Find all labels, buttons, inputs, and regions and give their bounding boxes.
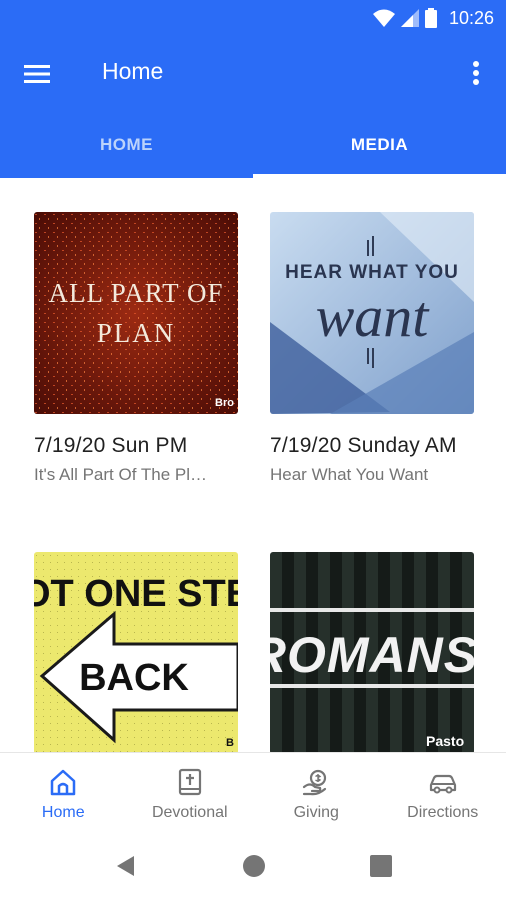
recents-button[interactable] xyxy=(369,854,393,878)
tab-home-label: HOME xyxy=(100,135,153,154)
media-thumbnail: HEAR WHAT YOU want xyxy=(270,212,474,414)
artwork-corner-text: B xyxy=(226,737,234,749)
nav-label-devotional: Devotional xyxy=(151,804,228,821)
tab-bar: HOME MEDIA xyxy=(0,112,506,178)
nav-item-devotional[interactable]: Devotional xyxy=(127,753,254,833)
menu-button[interactable] xyxy=(22,60,52,88)
bible-icon xyxy=(178,768,201,796)
nav-item-home[interactable]: Home xyxy=(0,753,127,833)
signal-icon xyxy=(400,9,419,27)
back-button[interactable] xyxy=(114,854,138,878)
nav-label-directions: Directions xyxy=(407,804,479,821)
status-time: 10:26 xyxy=(448,7,494,28)
home-system-button[interactable] xyxy=(242,854,266,878)
page-title: Home xyxy=(102,58,164,84)
media-card[interactable]: HEAR WHAT YOU want 7/19/20 Sunday AM Hea… xyxy=(270,212,474,486)
home-icon xyxy=(51,769,76,796)
media-card[interactable]: OT ONE STE BACK B xyxy=(34,552,238,752)
artwork-text: HEAR WHAT YOU xyxy=(285,262,459,283)
hamburger-menu-icon xyxy=(24,65,50,83)
artwork-text: ALL PART OF xyxy=(49,278,224,308)
overflow-menu-button[interactable] xyxy=(464,56,488,92)
media-card[interactable]: ROMANS Pasto xyxy=(270,552,474,752)
media-thumbnail: OT ONE STE BACK B xyxy=(34,552,238,752)
media-subtitle: Hear What You Want xyxy=(270,465,429,484)
artwork-corner-text: Pasto xyxy=(426,733,464,749)
artwork-text: BACK xyxy=(79,657,189,699)
media-thumbnail: ALL PART OF PLAN Bro xyxy=(34,212,238,414)
artwork-text: want xyxy=(316,284,431,349)
home-circle-icon xyxy=(243,855,265,877)
car-icon xyxy=(429,774,456,794)
recents-square-icon xyxy=(370,855,392,877)
artwork-text: PLAN xyxy=(97,318,176,348)
nav-item-directions[interactable]: Directions xyxy=(380,753,506,833)
nav-label-home: Home xyxy=(41,804,85,821)
tab-media-label: MEDIA xyxy=(350,135,409,154)
nav-item-giving[interactable]: Giving xyxy=(253,753,380,833)
artwork-text: OT ONE STE xyxy=(34,573,238,615)
status-bar: 10:26 xyxy=(0,0,506,36)
tab-media[interactable]: MEDIA xyxy=(253,112,506,178)
battery-icon xyxy=(424,8,437,28)
media-card[interactable]: ALL PART OF PLAN Bro 7/19/20 Sun PM It's… xyxy=(34,212,238,486)
media-grid: ALL PART OF PLAN Bro 7/19/20 Sun PM It's… xyxy=(0,178,506,752)
media-thumbnail: ROMANS Pasto xyxy=(270,552,474,752)
tab-home[interactable]: HOME xyxy=(0,112,253,178)
back-triangle-icon xyxy=(117,856,134,876)
nav-label-giving: Giving xyxy=(293,804,339,821)
giving-hand-icon xyxy=(303,769,327,796)
artwork-text: ROMANS xyxy=(270,627,474,683)
app-bar: Home xyxy=(0,36,506,112)
media-title: 7/19/20 Sunday AM xyxy=(270,434,457,457)
system-navigation-bar xyxy=(0,832,506,900)
more-vert-icon xyxy=(473,61,479,85)
bottom-navigation: Home Devotional Giving Directions xyxy=(0,752,506,832)
wifi-icon xyxy=(372,9,395,27)
artwork-corner-text: Bro xyxy=(215,397,234,409)
media-title: 7/19/20 Sun PM xyxy=(34,434,188,457)
status-icons: 10:26 xyxy=(372,7,494,29)
media-subtitle: It's All Part Of The Pl… xyxy=(34,465,207,484)
